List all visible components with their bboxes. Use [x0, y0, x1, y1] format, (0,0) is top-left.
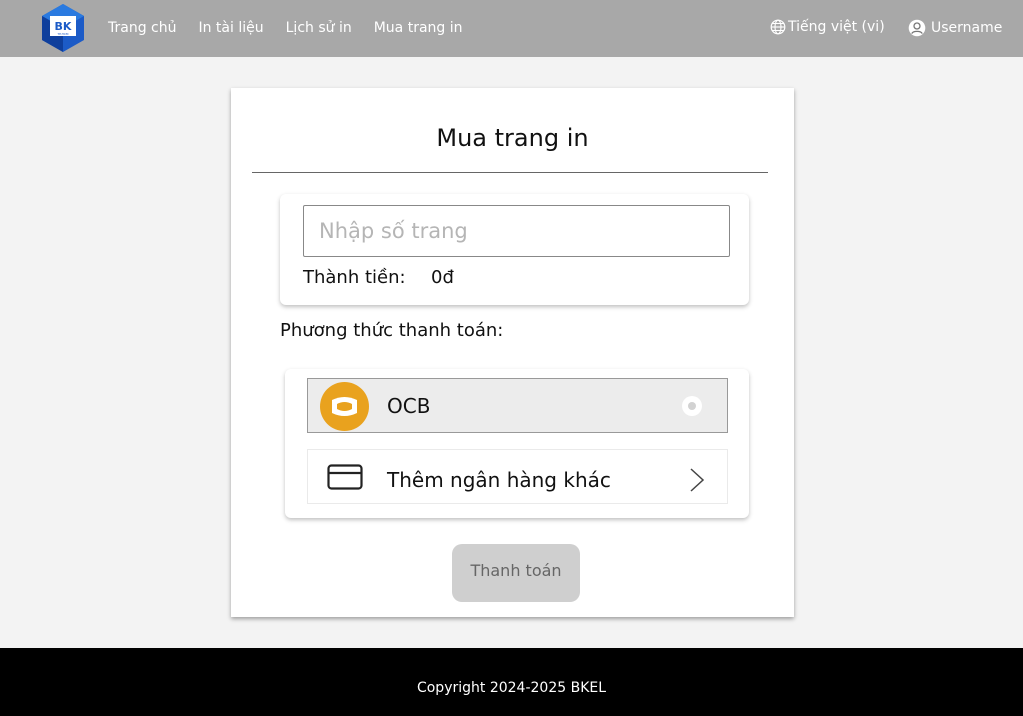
- title-divider: [252, 172, 768, 173]
- nav-print-history[interactable]: Lịch sử in: [286, 20, 352, 36]
- page-amount-panel: Thành tiền: 0đ: [280, 194, 749, 305]
- user-avatar-icon: [908, 19, 926, 37]
- buy-pages-card: Mua trang in Thành tiền: 0đ Phương thức …: [231, 88, 794, 617]
- payment-method-ocb[interactable]: OCB: [307, 378, 728, 433]
- main-nav: Trang chủ In tài liệu Lịch sử in Mua tra…: [108, 20, 463, 36]
- language-label: Tiếng việt (vi): [788, 19, 885, 35]
- ocb-logo-icon: [320, 382, 369, 431]
- credit-card-icon: [327, 464, 363, 490]
- payment-method-label: Phương thức thanh toán:: [280, 320, 504, 341]
- nav-buy-pages[interactable]: Mua trang in: [374, 20, 463, 36]
- username-label: Username: [931, 20, 1003, 36]
- ocb-radio[interactable]: [682, 396, 702, 416]
- ocb-label: OCB: [387, 394, 431, 418]
- globe-icon: [770, 19, 786, 35]
- total-label: Thành tiền:: [303, 267, 406, 288]
- add-other-bank[interactable]: Thêm ngân hàng khác: [307, 449, 728, 504]
- bk-logo-icon[interactable]: BK TP.HCM: [38, 3, 88, 53]
- payment-methods-panel: OCB Thêm ngân hàng khác: [285, 369, 749, 518]
- nav-home[interactable]: Trang chủ: [108, 20, 176, 36]
- chevron-right-icon: [690, 468, 705, 492]
- page-title: Mua trang in: [436, 124, 589, 152]
- pay-button[interactable]: Thanh toán: [452, 544, 580, 602]
- language-selector[interactable]: Tiếng việt (vi): [770, 19, 885, 35]
- footer: Copyright 2024-2025 BKEL: [0, 648, 1023, 716]
- user-menu[interactable]: Username: [908, 19, 1002, 37]
- page-count-input[interactable]: [303, 205, 730, 257]
- top-navbar: BK TP.HCM Trang chủ In tài liệu Lịch sử …: [0, 0, 1023, 57]
- nav-print-document[interactable]: In tài liệu: [198, 20, 263, 36]
- copyright-text: Copyright 2024-2025 BKEL: [416, 680, 607, 696]
- svg-text:TP.HCM: TP.HCM: [56, 32, 68, 36]
- add-other-bank-label: Thêm ngân hàng khác: [387, 468, 611, 492]
- total-value: 0đ: [431, 267, 454, 288]
